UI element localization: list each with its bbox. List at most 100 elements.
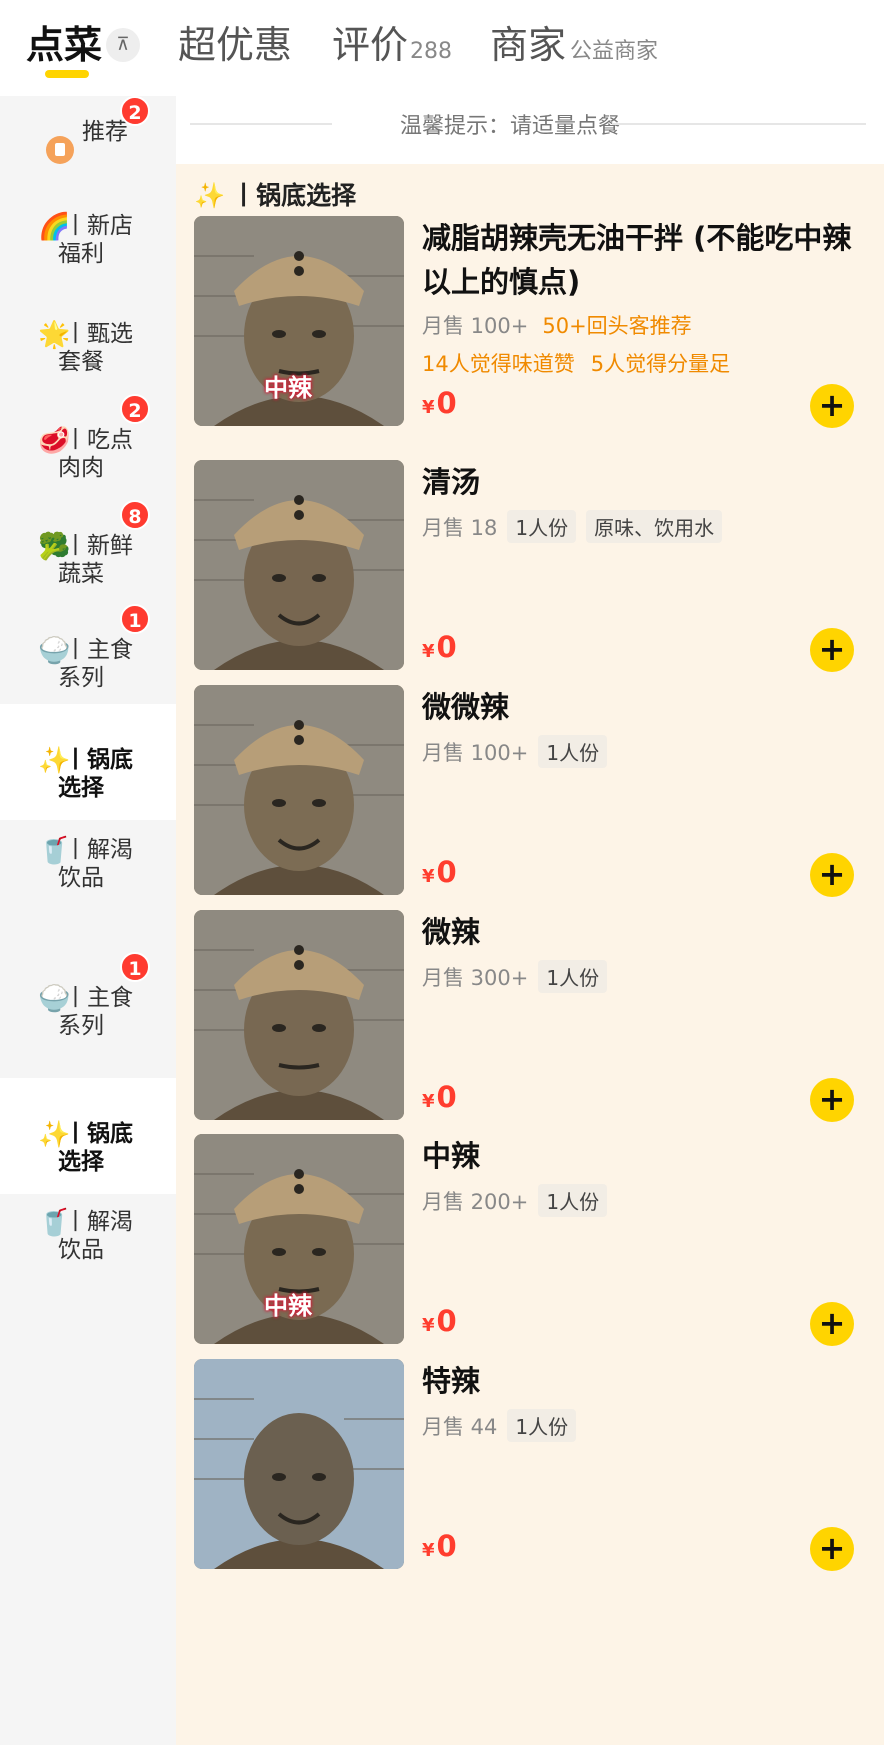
section-title-text: 丨锅底选择: [231, 181, 357, 210]
price-value: 0: [436, 855, 457, 889]
tip-row: 温馨提示：请适量点餐: [176, 96, 884, 164]
plus-icon[interactable]: +: [810, 1078, 854, 1122]
sidebar-item-label: 丨锅底: [64, 1121, 133, 1147]
dish-meta: 月售 100+ 50+回头客推荐: [422, 310, 692, 340]
menu-item[interactable]: 中辣 中辣 月售 200+ 1人份 ¥0 +: [176, 1134, 884, 1384]
dish-image[interactable]: [194, 460, 404, 670]
menu-item[interactable]: 清汤月售 18 1人份 原味、饮用水 ¥0 +: [176, 460, 884, 710]
tab-merchant[interactable]: 商家 公益商家: [490, 14, 658, 69]
sidebar-item-label: 丨甄选: [64, 321, 133, 347]
dish-image[interactable]: 中辣: [194, 1134, 404, 1344]
sidebar-item-label-line2: 系列: [58, 665, 104, 691]
sidebar-item-label-line2: 饮品: [58, 865, 104, 891]
price-value: 0: [436, 1304, 457, 1338]
sidebar-item-label: 丨解渴: [64, 1209, 133, 1235]
menu-content[interactable]: 温馨提示：请适量点餐 ✨ 丨锅底选择 中辣 减脂胡辣壳无油干拌 (不能吃中辣以上的慎…: [176, 96, 884, 1745]
plus-icon[interactable]: +: [810, 853, 854, 897]
price-value: 0: [436, 630, 457, 664]
dish-name: 清汤: [422, 465, 481, 499]
tab-reviews-label: 评价: [332, 23, 409, 67]
sidebar-item-9[interactable]: ✨ 丨锅底 选择: [0, 1078, 176, 1194]
review-count: 288: [410, 39, 453, 64]
review-tag: 14人觉得味道赞: [422, 352, 575, 376]
currency-symbol: ¥: [422, 397, 435, 418]
sidebar-item-6[interactable]: ✨ 丨锅底 选择: [0, 704, 176, 820]
sidebar-item-label-line2: 福利: [58, 241, 104, 267]
menu-item[interactable]: 微辣 月售 300+ 1人份 ¥0 +: [176, 910, 884, 1160]
sidebar-item-label-line2: 套餐: [58, 349, 104, 375]
monthly-sales: 月售 300+: [422, 966, 529, 990]
sparkle-icon: ✨: [194, 181, 226, 210]
spec-chip: 1人份: [538, 1184, 608, 1217]
dish-price: ¥0: [422, 1529, 457, 1563]
sidebar-item-8[interactable]: 🍚 丨主食 系列 1: [0, 952, 176, 1088]
dish-meta: 月售 18 1人份 原味、饮用水: [422, 510, 723, 543]
tab-deals[interactable]: 超优惠: [178, 14, 292, 69]
sidebar-item-label-line2: 选择: [58, 1149, 104, 1175]
image-caption: 中辣: [264, 1292, 312, 1320]
active-tab-indicator: [45, 70, 89, 78]
tip-text: 温馨提示：请适量点餐: [400, 114, 621, 139]
sidebar-item-label: 丨主食: [64, 637, 133, 663]
count-badge: 8: [120, 500, 150, 530]
tab-reviews[interactable]: 评价288: [332, 14, 452, 69]
sidebar-item-label: 丨解渴: [64, 837, 133, 863]
plus-icon[interactable]: +: [810, 1302, 854, 1346]
sidebar-item-label: 丨新店: [64, 213, 133, 239]
sidebar-item-label: 丨吃点: [64, 427, 133, 453]
merchant-subtitle: 公益商家: [570, 39, 659, 64]
currency-symbol: ¥: [422, 641, 435, 662]
menu-item[interactable]: 中辣 减脂胡辣壳无油干拌 (不能吃中辣以上的慎点) 月售 100+ 50+回头客推荐 1…: [176, 216, 884, 466]
dish-image[interactable]: 中辣: [194, 216, 404, 426]
dish-meta: 月售 300+ 1人份: [422, 960, 608, 993]
sort-icon[interactable]: ⊼: [106, 28, 140, 62]
currency-symbol: ¥: [422, 866, 435, 887]
dish-meta: 月售 200+ 1人份: [422, 1184, 608, 1217]
monthly-sales: 月售 18: [422, 516, 498, 540]
sidebar-item-10[interactable]: 🥤 丨解渴 饮品: [0, 1196, 176, 1312]
monthly-sales: 月售 44: [422, 1415, 498, 1439]
spec-chip: 1人份: [538, 960, 608, 993]
review-tag: 5人觉得分量足: [590, 352, 731, 376]
sidebar-item-label: 丨新鲜: [64, 533, 133, 559]
dish-image[interactable]: [194, 1359, 404, 1569]
sidebar-item-label-line2: 蔬菜: [58, 561, 104, 587]
image-caption: 中辣: [264, 374, 312, 402]
spec-chip: 1人份: [538, 735, 608, 768]
dish-meta: 月售 100+ 1人份: [422, 735, 608, 768]
dish-name: 中辣: [422, 1139, 481, 1173]
sidebar-item-0[interactable]: 推荐 2: [0, 96, 176, 216]
plus-icon[interactable]: +: [810, 384, 854, 428]
section-title: ✨ 丨锅底选择: [194, 176, 356, 212]
sidebar-item-label: 推荐: [82, 119, 128, 145]
review-tags: 14人觉得味道赞 5人觉得分量足: [422, 348, 746, 378]
monthly-sales: 月售 200+: [422, 1190, 529, 1214]
spec-chip: 1人份: [507, 1409, 577, 1442]
category-sidebar[interactable]: 推荐 2 🌈 丨新店 福利 🌟 丨甄选 套餐 🥩 丨吃点 肉肉 2 🥦 丨新鲜 蔬菜 8 🍚 丨主食 系列 1 ✨ 丨锅底…: [0, 96, 176, 1745]
count-badge: 1: [120, 604, 150, 634]
price-value: 0: [436, 1080, 457, 1114]
dish-image[interactable]: [194, 685, 404, 895]
dish-price: ¥0: [422, 855, 457, 889]
tab-deals-label: 超优惠: [178, 23, 293, 67]
currency-symbol: ¥: [422, 1540, 435, 1561]
plus-icon[interactable]: +: [810, 628, 854, 672]
menu-item[interactable]: 特辣月售 44 1人份 ¥0 +: [176, 1359, 884, 1609]
dish-name: 微微辣: [422, 690, 510, 724]
currency-symbol: ¥: [422, 1315, 435, 1336]
sidebar-item-7[interactable]: 🥤 丨解渴 饮品: [0, 824, 176, 940]
monthly-sales: 月售 100+: [422, 741, 529, 765]
divider: [612, 123, 866, 125]
menu-item[interactable]: 微微辣月售 100+ 1人份 ¥0 +: [176, 685, 884, 935]
sidebar-item-label-line2: 肉肉: [58, 455, 104, 481]
tab-order[interactable]: 点菜: [26, 14, 102, 69]
dish-name: 减脂胡辣壳无油干拌 (不能吃中辣以上的慎点): [422, 221, 852, 299]
dish-name: 特辣: [422, 1364, 481, 1398]
price-value: 0: [436, 386, 457, 420]
dish-image[interactable]: [194, 910, 404, 1120]
sidebar-item-label-line2: 系列: [58, 1013, 104, 1039]
sidebar-item-label: 丨主食: [64, 985, 133, 1011]
sidebar-item-label: 丨锅底: [64, 747, 133, 773]
plus-icon[interactable]: +: [810, 1527, 854, 1571]
sidebar-item-1[interactable]: 🌈 丨新店 福利: [0, 200, 176, 316]
